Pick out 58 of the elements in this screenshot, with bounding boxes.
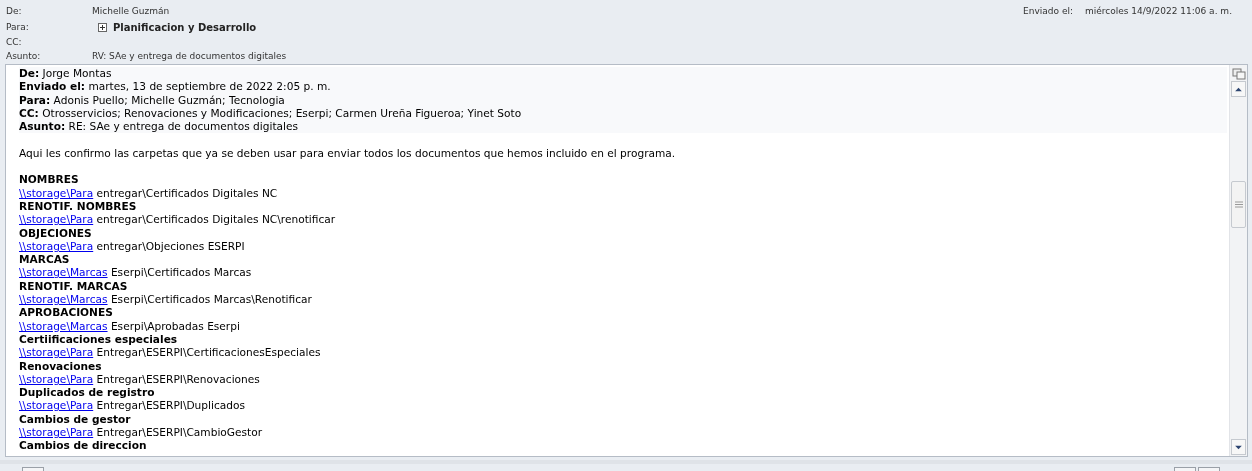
section-heading: OBJECIONES <box>19 226 93 240</box>
field-value: miércoles 14/9/2022 11:06 a. m. <box>1084 6 1232 16</box>
recipient-link[interactable]: Planificacion y Desarrollo <box>113 20 257 34</box>
section-heading: RENOTIF. NOMBRES <box>19 199 138 214</box>
folder-link[interactable]: \\storage\Marcas <box>19 319 108 332</box>
scroll-thumb[interactable] <box>1231 181 1246 228</box>
folder-path: Eserpi\Certificados Marcas <box>109 266 252 279</box>
section-heading: Cambios de direccion <box>19 439 148 453</box>
field-value: Adonis Puello; Michelle Guzmán; Tecnologia <box>52 93 285 106</box>
folder-link[interactable]: \\storage\Para <box>19 426 94 438</box>
folder-path: entregar\Certificados Digitales NC\renotificar <box>95 213 336 226</box>
section-heading: NOMBRES <box>19 173 80 187</box>
section-heading: MARCAS <box>19 253 71 267</box>
section-heading: Duplicados de registro <box>19 386 156 400</box>
section-heading: RENOTIF. MARCAS <box>19 279 129 294</box>
field-label: Asunto: <box>19 120 66 133</box>
scroll-up-button[interactable] <box>1231 81 1246 97</box>
up-triangle-icon <box>1234 86 1243 92</box>
section-heading: APROBACIONES <box>19 306 114 320</box>
folder-link[interactable]: \\storage\Para <box>19 346 94 359</box>
folder-link[interactable]: \\storage\Para <box>19 213 94 226</box>
field-label: Enviado el: <box>19 80 86 93</box>
scroll-down-button[interactable] <box>1231 439 1246 455</box>
field-value: RE: SAe y entrega de documentos digitales <box>67 120 299 133</box>
field-label: Para: <box>19 93 51 106</box>
folder-path: Entregar\ESERPI\Duplicados <box>95 399 245 412</box>
message-text: Aqui les confirmo las carpetas que ya se deben usar para enviar todos los documentos que hemos incluido en el programa. <box>19 146 677 161</box>
folder-path: entregar\Objeciones ESERPI <box>95 239 245 252</box>
down-triangle-icon <box>1234 444 1243 450</box>
folder-link[interactable]: \\storage\Marcas <box>19 266 108 279</box>
folder-link[interactable]: \\storage\Para <box>19 186 94 199</box>
field-value: Otrosservicios; Renovaciones y Modificaciones; Eserpi; Carmen Ureña Figueroa; Yinet Soto <box>41 106 522 119</box>
folder-path: entregar\Certificados Digitales NC <box>95 186 278 199</box>
section-heading: Renovaciones <box>19 359 103 373</box>
field-label: De: <box>19 67 40 79</box>
folder-link[interactable]: \\storage\Marcas <box>19 293 108 306</box>
field-value: RV: SAe y entrega de documentos digitales <box>92 50 287 63</box>
field-label: CC: <box>19 106 39 119</box>
expand-icon[interactable] <box>98 22 107 32</box>
field-value: martes, 13 de septiembre de 2022 2:05 p. m. <box>87 80 331 93</box>
field-value: Michelle Guzmán <box>92 5 170 18</box>
field-label: Asunto: <box>6 50 42 63</box>
folder-path: Eserpi\Certificados Marcas\Renotificar <box>109 293 312 306</box>
field-label: CC: <box>6 36 23 49</box>
field-label: Enviado el: <box>1023 6 1073 16</box>
folder-path: Entregar\ESERPI\CertificacionesEspeciales <box>95 346 321 359</box>
field-label: Para: <box>6 20 30 34</box>
folder-path: Eserpi\Aprobadas Eserpi <box>109 319 240 332</box>
field-value: Jorge Montas <box>41 67 112 79</box>
scrollbar[interactable] <box>1229 65 1247 456</box>
section-heading: Cambios de gestor <box>19 412 132 426</box>
folder-link[interactable]: \\storage\Para <box>19 239 94 252</box>
folder-path: Entregar\ESERPI\CambioGestor <box>95 426 263 438</box>
field-label: De: <box>6 5 23 18</box>
section-heading: Certiificaciones especiales <box>19 332 179 347</box>
folder-link[interactable]: \\storage\Para <box>19 372 94 385</box>
folder-path: Entregar\ESERPI\Renovaciones <box>95 372 260 385</box>
folder-link[interactable]: \\storage\Para <box>19 399 94 412</box>
